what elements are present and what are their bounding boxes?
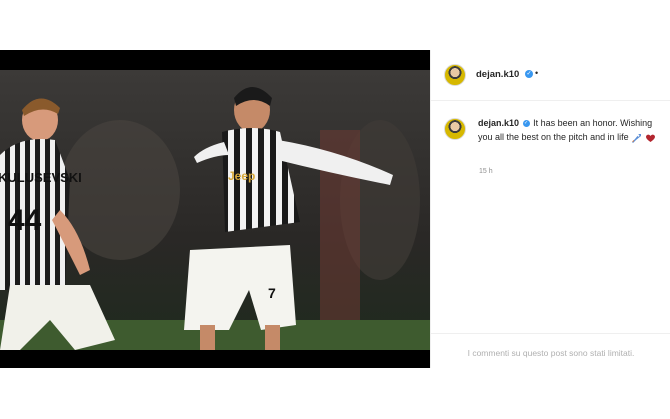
comments-limited-notice: I commenti su questo post sono stati lim…: [467, 348, 635, 358]
header-username[interactable]: dejan.k10: [476, 69, 519, 80]
verified-badge-icon: ✓: [522, 120, 530, 128]
post-time[interactable]: 15 h: [479, 168, 493, 175]
right-player-number: 7: [268, 285, 276, 301]
shirt-sponsor: Jeep: [228, 169, 255, 183]
post-header: dejan.k10 ✓ •: [431, 50, 670, 101]
caption-avatar[interactable]: [444, 118, 466, 140]
verified-badge-icon: ✓: [525, 70, 533, 78]
left-player-number: 44: [8, 204, 42, 237]
instagram-post: KULUSEVSKI 44 Jeep 7 dejan.k10 ✓ • dejan…: [0, 50, 670, 368]
more-options-icon[interactable]: •: [535, 68, 538, 78]
divider: [431, 333, 670, 334]
post-caption: dejan.k10 ✓ It has been an honor. Wishin…: [478, 116, 656, 144]
post-side-panel: dejan.k10 ✓ • dejan.k10 ✓ It has been an…: [430, 50, 670, 368]
rocket-emoji-icon: [632, 133, 642, 143]
heart-emoji-icon: [645, 134, 655, 142]
user-avatar[interactable]: [444, 64, 466, 86]
left-player-name: KULUSEVSKI: [0, 170, 82, 185]
post-photo: KULUSEVSKI 44 Jeep 7: [0, 70, 430, 350]
caption-username[interactable]: dejan.k10: [478, 118, 519, 128]
post-media[interactable]: KULUSEVSKI 44 Jeep 7: [0, 50, 430, 368]
